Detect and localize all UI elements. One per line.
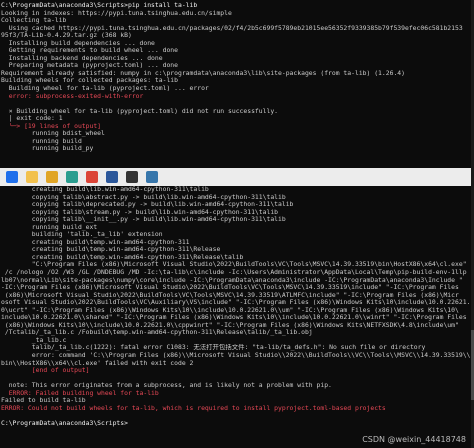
terminal-line: bin\\HostX86\\x64\\cl.exe' failed with e…	[1, 359, 194, 367]
terminal-line: Installing backend dependencies ... done	[1, 54, 163, 62]
taskbar	[0, 168, 474, 186]
watermark: CSDN @weixin_44418748	[362, 435, 466, 445]
terminal-line: creating build\temp.win-amd64-cpython-31…	[1, 238, 190, 246]
terminal-line: running bdist_wheel	[1, 130, 105, 138]
terminal-line: "C:\Program Files (x86)\Microsoft Visual…	[1, 261, 467, 269]
file-explorer-icon[interactable]	[26, 171, 38, 183]
word-icon[interactable]	[106, 171, 118, 183]
terminal-line: 0\ucrt" "-IC:\Program Files (x86)\Window…	[1, 306, 459, 314]
terminal-line: copying talib\deprecated.py -> build\lib…	[1, 201, 294, 209]
terminal-line: ERROR: Failed building wheel for ta-lib	[1, 389, 159, 397]
terminal-line: 95f3/TA-Lib-0.4.29.tar.gz (368 kB)	[1, 32, 132, 40]
terminal-line: │ exit code: 1	[1, 115, 63, 123]
terminal-line: note: This error originates from a subpr…	[1, 382, 332, 390]
terminal-line: /Tctalib/_ta_lib.c /Fobuild\temp.win-amd…	[1, 329, 313, 337]
terminal-line: Using cached https://pypi.tuna.tsinghua.…	[1, 24, 463, 32]
start-icon[interactable]	[6, 171, 18, 183]
terminal-line: copying talib\__init__.py -> build\lib.w…	[1, 216, 286, 224]
terminal-line: ERROR: Could not build wheels for ta-lib…	[1, 404, 386, 412]
terminal-line: osoft Visual Studio\2022\BuildTools\VC\A…	[1, 299, 470, 307]
python-icon[interactable]	[146, 171, 158, 183]
folder-icon[interactable]	[46, 171, 58, 183]
terminal-line: (x86)\Microsoft Visual Studio\2022\Build…	[1, 291, 459, 299]
terminal-line: Preparing metadata (pyproject.toml) ... …	[1, 62, 178, 70]
terminal-line: error: command 'C:\\Program Files (x86)\…	[1, 352, 470, 360]
terminal-line: creating build\temp.win-amd64-cpython-31…	[1, 253, 244, 261]
terminal-line: (x86)\Windows Kits\10\\include\10.0.2262…	[1, 321, 459, 329]
terminal-line: -IC:\Program Files (x86)\Microsoft Visua…	[1, 284, 459, 292]
terminal-line: copying talib\abstract.py -> build\lib.w…	[1, 193, 286, 201]
terminal-line: error: subprocess-exited-with-error	[1, 92, 144, 100]
terminal-line: running build_ext	[1, 223, 98, 231]
terminal-line: talib/_ta_lib.c(1222): fatal error C1083…	[1, 344, 426, 352]
terminal-line: creating build\temp.win-amd64-cpython-31…	[1, 246, 221, 254]
chrome-icon[interactable]	[86, 171, 98, 183]
terminal-icon[interactable]	[126, 171, 138, 183]
terminal-line: Requirement already satisfied: numpy in …	[1, 69, 405, 77]
terminal-line: Building wheels for collected packages: …	[1, 77, 178, 85]
terminal-line: × Building wheel for ta-lib (pyproject.t…	[1, 107, 279, 115]
terminal-line: Collecting ta-lib	[1, 17, 67, 25]
terminal-line: /c /nologo /O2 /W3 /GL /DNDEBUG /MD -Ic:…	[1, 269, 467, 277]
terminal-line: [end of output]	[1, 367, 90, 375]
terminal-output-top: C:\ProgramData\anaconda3\Scripts>pip ins…	[1, 2, 470, 153]
edge-icon[interactable]	[66, 171, 78, 183]
terminal-line: C:\ProgramData\anaconda3\Scripts>pip ins…	[1, 2, 198, 9]
terminal-line: Building wheel for ta-lib (pyproject.tom…	[1, 85, 209, 93]
terminal-output-bottom: creating build\lib.win-amd64-cpython-311…	[1, 186, 470, 428]
terminal-line: running build	[1, 137, 82, 145]
terminal-line: building 'talib._ta_lib' extension	[1, 231, 163, 239]
terminal-line: copying talib\stream.py -> build\lib.win…	[1, 208, 279, 216]
terminal-line: ╰─> [19 lines of output]	[1, 122, 102, 130]
terminal-line: Getting requirements to build wheel ... …	[1, 47, 178, 55]
terminal-line: Looking in indexes: https://pypi.tuna.ts…	[1, 9, 232, 17]
terminal-line: creating build\lib.win-amd64-cpython-311…	[1, 186, 209, 193]
terminal-line: _ta_lib.c	[1, 336, 67, 344]
terminal-line: Installing build dependencies ... done	[1, 39, 155, 47]
terminal-line: running build_py	[1, 145, 94, 153]
terminal-line: include\10.0.22621.0\\shared" "-IC:\Prog…	[1, 314, 467, 322]
terminal-line: lb07\normal\Lib\site-packages\numpy\core…	[1, 276, 463, 284]
terminal-line: C:\ProgramData\anaconda3\Scripts>	[1, 419, 128, 427]
terminal-line: Failed to build ta-lib	[1, 397, 86, 405]
